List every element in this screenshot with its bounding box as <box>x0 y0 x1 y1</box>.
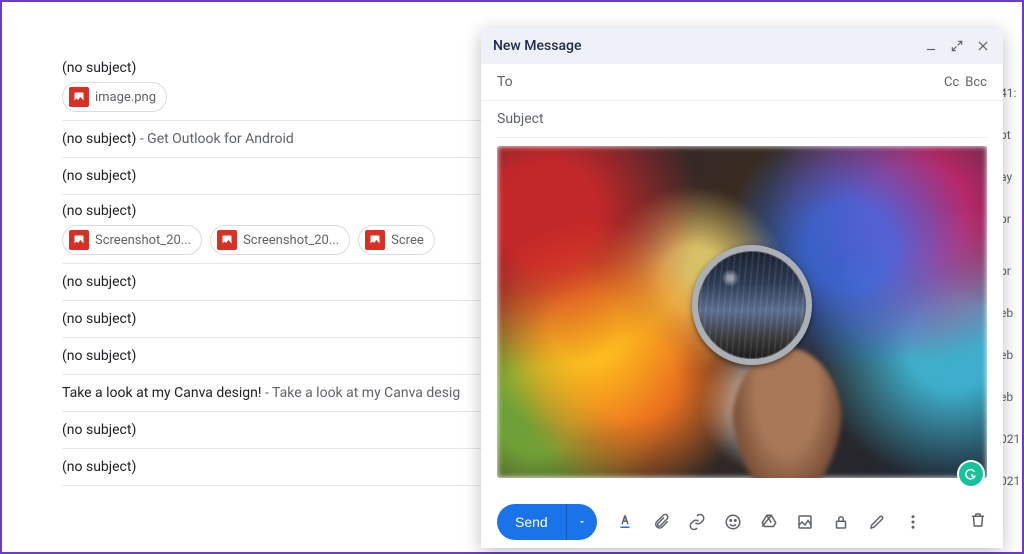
more-options-icon[interactable] <box>903 512 923 532</box>
email-subject: (no subject) <box>62 311 136 327</box>
close-icon[interactable] <box>975 38 991 54</box>
insert-signature-icon[interactable] <box>867 512 887 532</box>
insert-drive-icon[interactable] <box>759 512 779 532</box>
date-fragment: eb <box>1000 376 1022 408</box>
date-fragment: 021 <box>1000 418 1022 450</box>
date-fragment <box>1000 230 1022 240</box>
date-fragment: 41: <box>1000 72 1022 104</box>
email-subject: (no subject) <box>62 203 136 219</box>
date-fragment: eb <box>1000 334 1022 366</box>
email-snippet: - Get Outlook for Android <box>136 131 293 147</box>
discard-draft-icon[interactable] <box>969 511 987 533</box>
inline-image[interactable] <box>497 146 987 478</box>
image-attachment-icon <box>217 230 237 250</box>
date-fragment <box>1000 324 1022 334</box>
bcc-button[interactable]: Bcc <box>965 75 987 90</box>
email-subject: (no subject) <box>62 274 136 290</box>
subject-field-row[interactable]: Subject <box>497 101 987 138</box>
to-field-row[interactable]: To Cc Bcc <box>481 64 1003 101</box>
attachment-name: image.png <box>95 90 156 105</box>
send-button-group: Send <box>497 504 597 540</box>
send-button[interactable]: Send <box>497 504 566 540</box>
date-fragment: eb <box>1000 292 1022 324</box>
insert-photo-icon[interactable] <box>795 512 815 532</box>
minimize-icon[interactable] <box>923 38 939 54</box>
date-fragment <box>1000 408 1022 418</box>
date-fragment <box>1000 240 1022 250</box>
send-options-button[interactable] <box>566 504 597 540</box>
attachment-name: Scree <box>391 233 424 248</box>
email-subject: (no subject) <box>62 348 136 364</box>
insert-emoji-icon[interactable] <box>723 512 743 532</box>
compose-title: New Message <box>493 38 923 54</box>
email-subject: (no subject) <box>62 422 136 438</box>
email-subject: (no subject) <box>62 131 136 147</box>
email-snippet: - Take a look at my Canva desig <box>262 385 461 401</box>
grammarly-badge[interactable] <box>959 462 983 486</box>
image-attachment-icon <box>365 230 385 250</box>
compose-body[interactable] <box>481 138 1003 496</box>
email-subject: Take a look at my Canva design! <box>62 385 262 401</box>
date-fragment <box>1000 104 1022 114</box>
image-attachment-icon <box>69 230 89 250</box>
date-fragment <box>1000 146 1022 156</box>
date-fragment: 021 <box>1000 460 1022 492</box>
to-label: To <box>497 74 944 90</box>
attachment-chip[interactable]: Scree <box>358 225 435 255</box>
attachment-name: Screenshot_20... <box>243 233 339 248</box>
compose-header: New Message <box>481 28 1003 64</box>
cc-button[interactable]: Cc <box>944 75 959 90</box>
attach-file-icon[interactable] <box>651 512 671 532</box>
attachment-chip[interactable]: Screenshot_20... <box>210 225 350 255</box>
cc-bcc-controls: Cc Bcc <box>944 75 987 90</box>
date-fragment: pr <box>1000 198 1022 230</box>
formatting-toolbar <box>615 512 923 532</box>
date-fragment: ay <box>1000 156 1022 188</box>
date-fragment <box>1000 282 1022 292</box>
insert-link-icon[interactable] <box>687 512 707 532</box>
compose-toolbar: Send <box>481 496 1003 548</box>
attachment-name: Screenshot_20... <box>95 233 191 248</box>
fullscreen-icon[interactable] <box>949 38 965 54</box>
date-fragment <box>1000 188 1022 198</box>
compose-window: New Message To Cc Bcc Subject <box>481 28 1003 548</box>
formatting-options-icon[interactable] <box>615 512 635 532</box>
attachment-chip[interactable]: Screenshot_20... <box>62 225 202 255</box>
email-subject: (no subject) <box>62 168 136 184</box>
email-subject: (no subject) <box>62 459 136 475</box>
email-subject: (no subject) <box>62 60 136 76</box>
subject-placeholder: Subject <box>497 111 544 127</box>
image-attachment-icon <box>69 87 89 107</box>
date-fragment: pr <box>1000 250 1022 282</box>
compose-header-controls <box>923 38 991 54</box>
attachment-chip[interactable]: image.png <box>62 82 167 112</box>
right-date-strip: 41: pt ay pr pr eb eb eb 021 021 <box>1000 2 1022 552</box>
date-fragment: pt <box>1000 114 1022 146</box>
date-fragment <box>1000 366 1022 376</box>
date-fragment <box>1000 450 1022 460</box>
confidential-mode-icon[interactable] <box>831 512 851 532</box>
